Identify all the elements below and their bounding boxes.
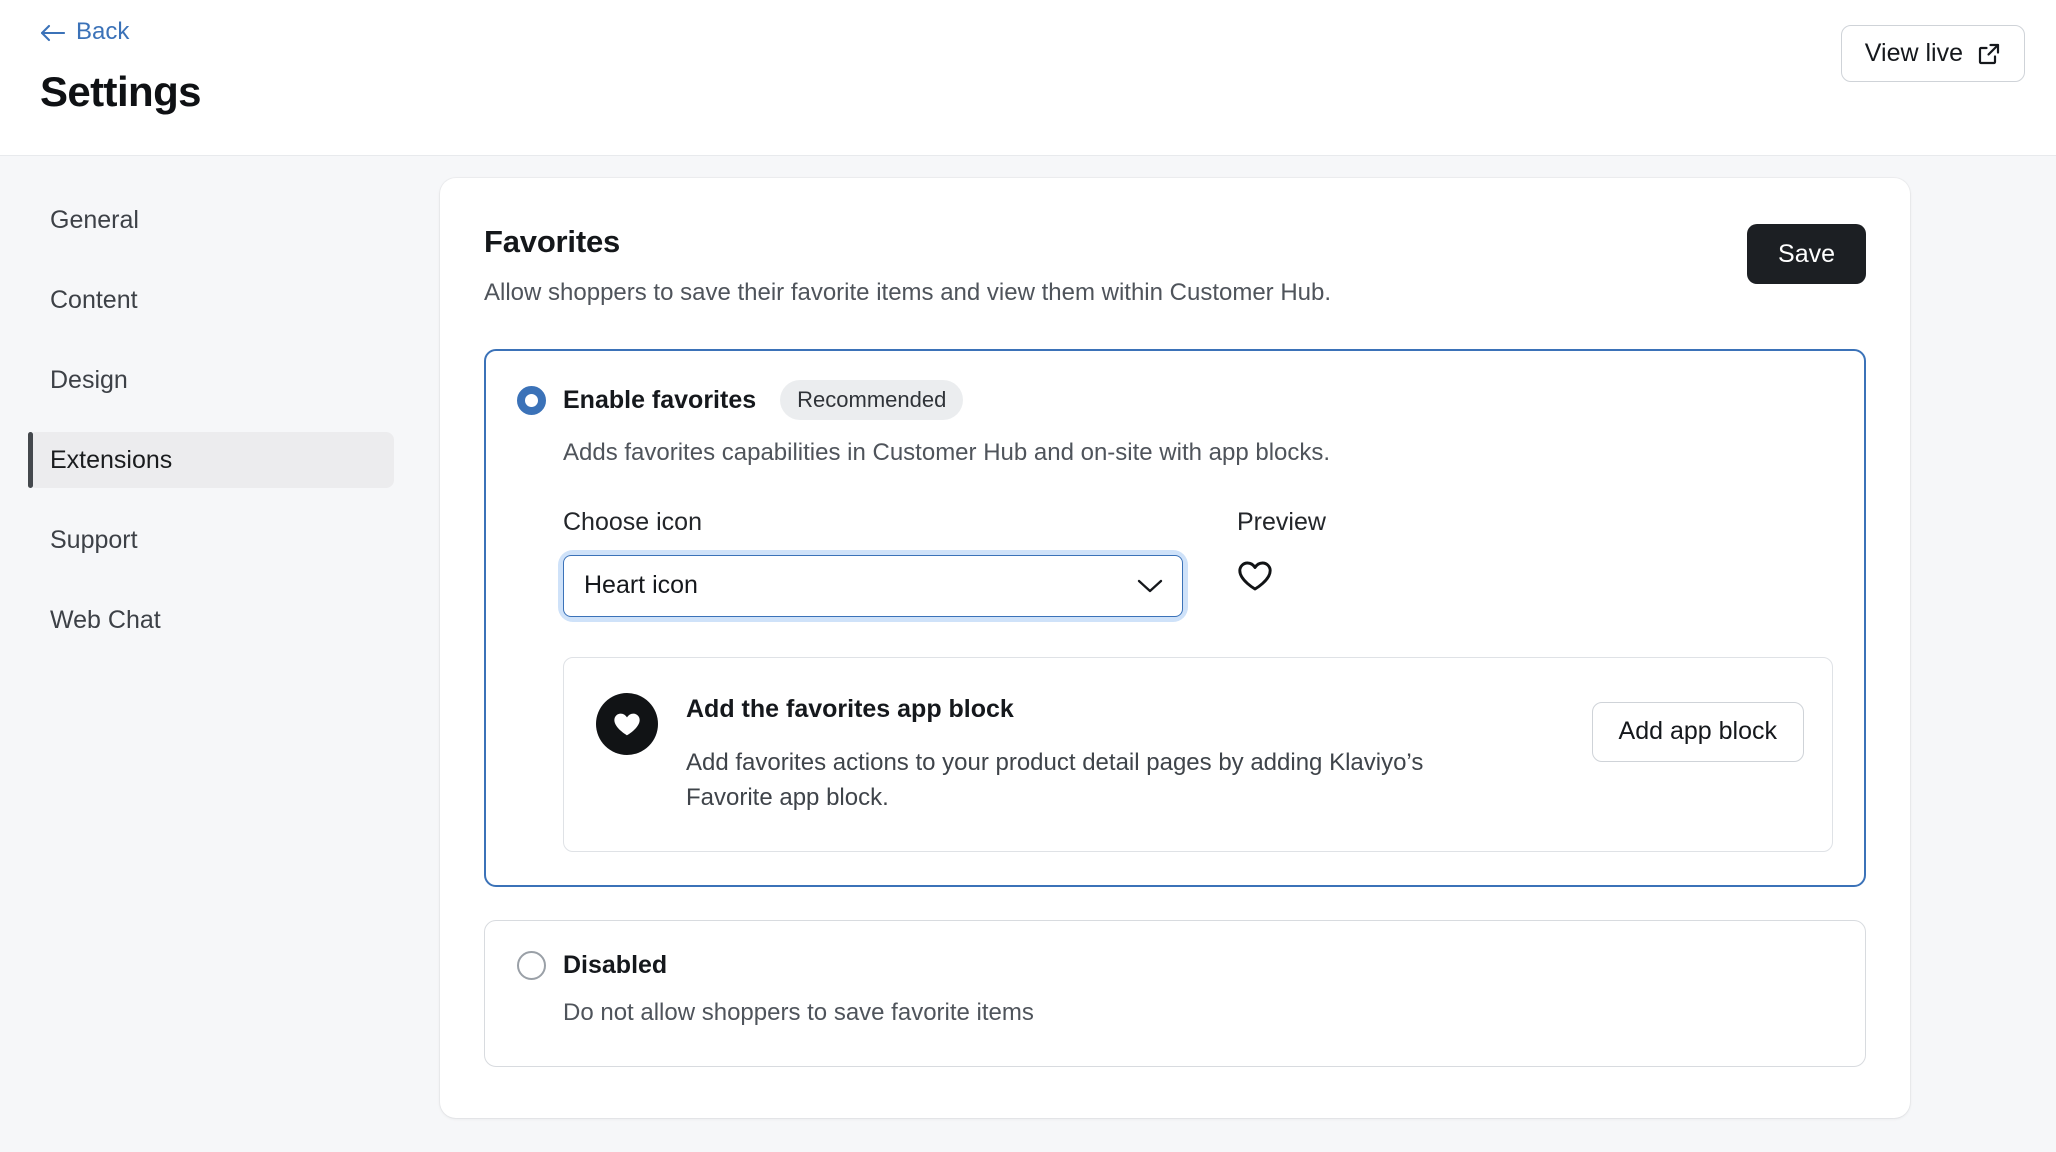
app-block-title: Add the favorites app block [686, 694, 1014, 723]
sidebar-item-label: Support [50, 525, 138, 554]
status-badge: Recommended [780, 380, 964, 421]
icon-select-value: Heart icon [584, 571, 698, 600]
page-header: Back Settings View live [0, 0, 2056, 156]
app-block-card: Add the favorites app block Add favorite… [563, 656, 1833, 853]
view-live-button[interactable]: View live [1840, 25, 2025, 82]
preview-column: Preview [1223, 508, 1326, 617]
choose-icon-column: Choose icon Heart icon [563, 508, 1223, 617]
card-header: Favorites Allow shoppers to save their f… [484, 220, 1866, 309]
add-app-block-button[interactable]: Add app block [1591, 701, 1804, 762]
sidebar-item-label: Design [50, 365, 128, 394]
option-label: Enable favorites [563, 385, 757, 414]
option-card-disabled[interactable]: Disabled Do not allow shoppers to save f… [484, 920, 1866, 1067]
option-header: Disabled [517, 951, 1833, 981]
sidebar-item-design[interactable]: Design [28, 352, 394, 408]
sidebar-item-general[interactable]: General [28, 192, 394, 248]
heart-outline-icon [1237, 559, 1326, 597]
option-header: Enable favorites Recommended [517, 380, 1833, 421]
radio-disabled[interactable] [517, 951, 546, 981]
sidebar-item-content[interactable]: Content [28, 272, 394, 328]
heart-filled-circle-icon [596, 692, 658, 755]
save-button[interactable]: Save [1747, 224, 1866, 284]
card-title: Favorites [484, 224, 621, 259]
settings-sidebar: General Content Design Extensions Suppor… [0, 178, 440, 672]
icon-select[interactable]: Heart icon [563, 554, 1183, 617]
option-label: Disabled [563, 951, 668, 980]
icon-chooser-row: Choose icon Heart icon Preview [563, 508, 1833, 617]
choose-icon-label: Choose icon [563, 507, 702, 536]
sidebar-item-support[interactable]: Support [28, 512, 394, 568]
radio-enable-favorites[interactable] [517, 385, 546, 415]
preview-label: Preview [1237, 507, 1326, 536]
page-body: General Content Design Extensions Suppor… [0, 156, 2056, 1152]
sidebar-item-label: General [50, 205, 139, 234]
favorites-settings-card: Favorites Allow shoppers to save their f… [440, 178, 1910, 1118]
sidebar-item-label: Web Chat [50, 605, 161, 634]
app-block-body: Add the favorites app block Add favorite… [686, 689, 1564, 816]
sidebar-item-web-chat[interactable]: Web Chat [28, 592, 394, 648]
icon-select-wrapper: Heart icon [563, 554, 1183, 617]
sidebar-item-extensions[interactable]: Extensions [28, 432, 394, 488]
view-live-label: View live [1864, 39, 1963, 67]
page-title: Settings [40, 68, 201, 115]
app-block-description: Add favorites actions to your product de… [686, 748, 1424, 811]
sidebar-item-label: Content [50, 285, 138, 314]
option-card-enable-favorites[interactable]: Enable favorites Recommended Adds favori… [484, 349, 1866, 888]
main-content: Favorites Allow shoppers to save their f… [440, 178, 2056, 1118]
arrow-left-icon [40, 23, 66, 42]
card-subtitle: Allow shoppers to save their favorite it… [484, 279, 1332, 306]
sidebar-item-label: Extensions [50, 445, 173, 474]
option-description: Do not allow shoppers to save favorite i… [563, 999, 1034, 1027]
external-link-icon [1977, 42, 2001, 66]
back-link-label: Back [76, 18, 130, 45]
back-link[interactable]: Back [40, 14, 129, 50]
option-description: Adds favorites capabilities in Customer … [563, 439, 1331, 467]
